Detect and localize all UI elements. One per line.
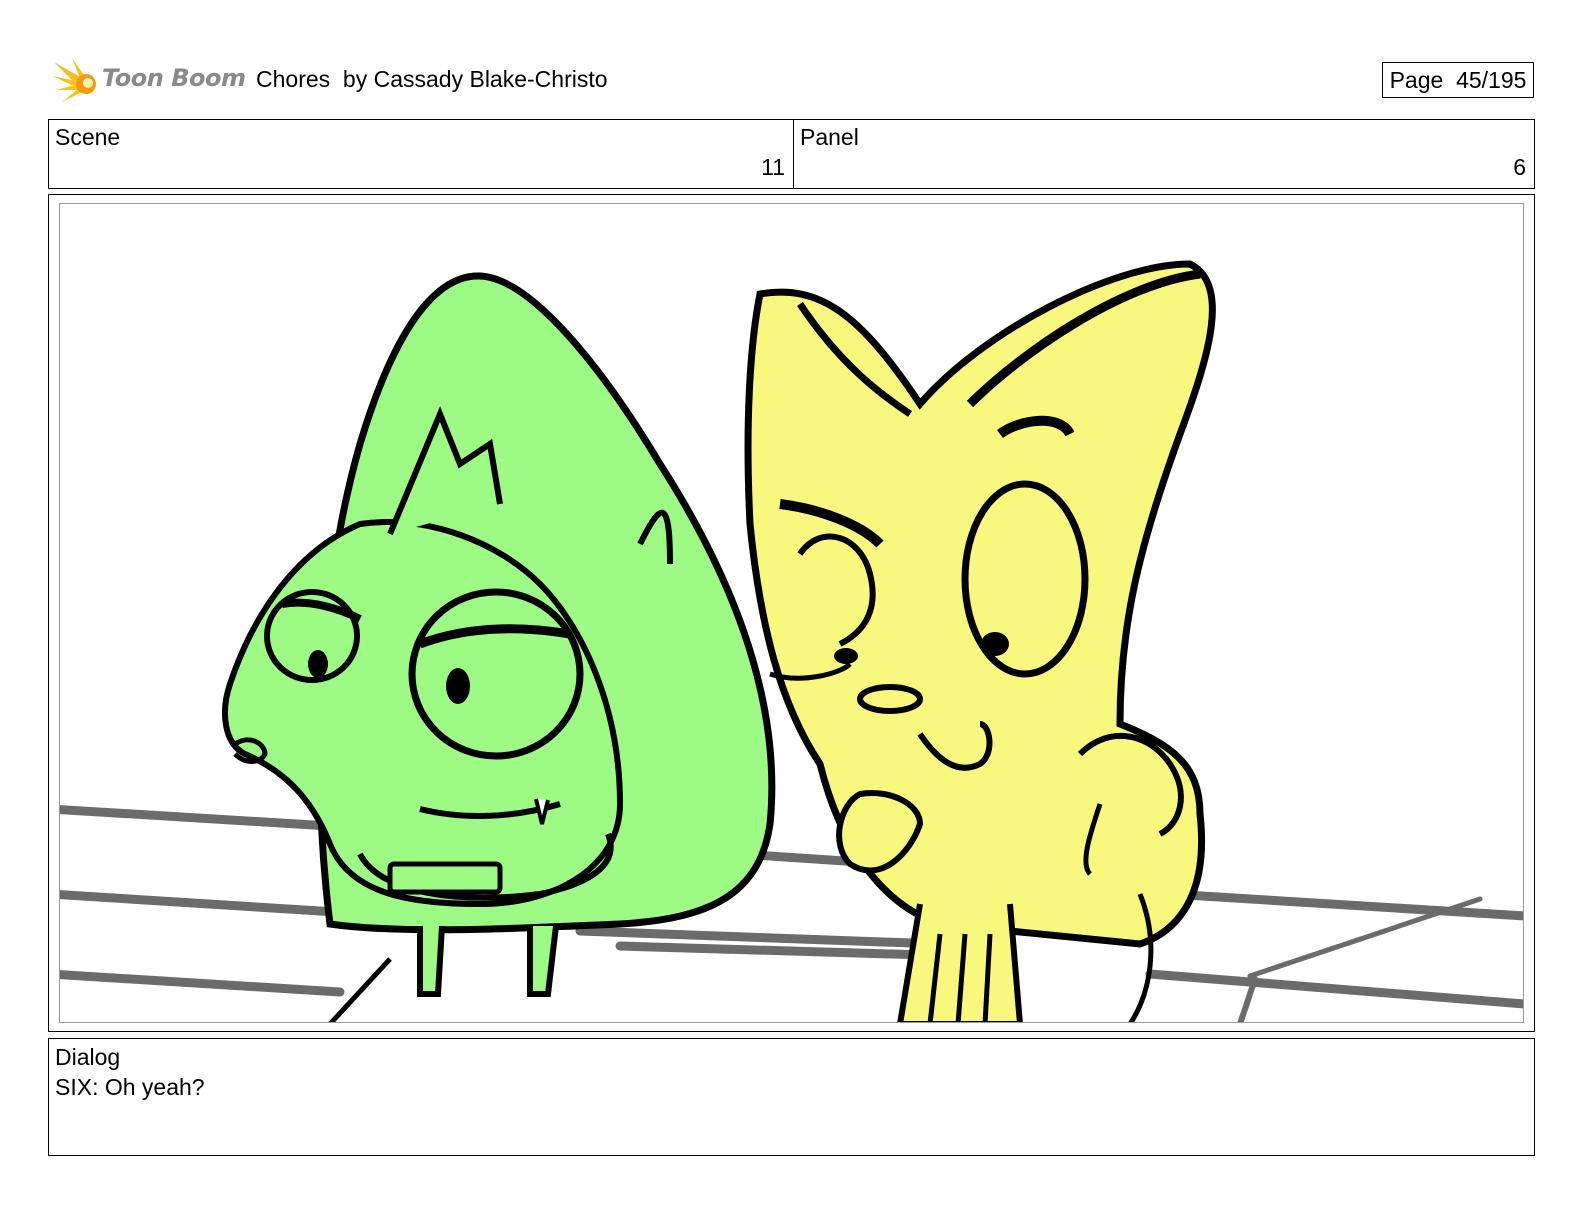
yellow-character [744, 260, 1216, 1022]
dialog-label: Dialog [55, 1044, 121, 1070]
toon-boom-logo: Toon Boom [52, 56, 246, 106]
panel-cell: Panel 6 [794, 120, 1534, 188]
dialog-box: Dialog SIX: Oh yeah? [48, 1038, 1535, 1156]
panel-number: 6 [1513, 154, 1526, 180]
dialog-text: SIX: Oh yeah? [55, 1074, 205, 1100]
scene-label: Scene [55, 124, 121, 150]
logo-wordmark: Toon Boom [102, 64, 246, 92]
panel-drawing-area [59, 203, 1524, 1023]
page-indicator: Page 45/195 [1382, 62, 1534, 98]
document-title: Chores by Cassady Blake-Christo [256, 66, 608, 92]
scene-number: 11 [761, 154, 785, 180]
scene-panel-info: Scene 11 Panel 6 [48, 119, 1535, 189]
scene-cell: Scene 11 [49, 120, 794, 188]
storyboard-panel [48, 194, 1535, 1032]
panel-label: Panel [800, 124, 859, 150]
railing [60, 805, 1523, 1022]
storyboard-sketch [60, 260, 1523, 1022]
starburst-icon [52, 58, 96, 102]
